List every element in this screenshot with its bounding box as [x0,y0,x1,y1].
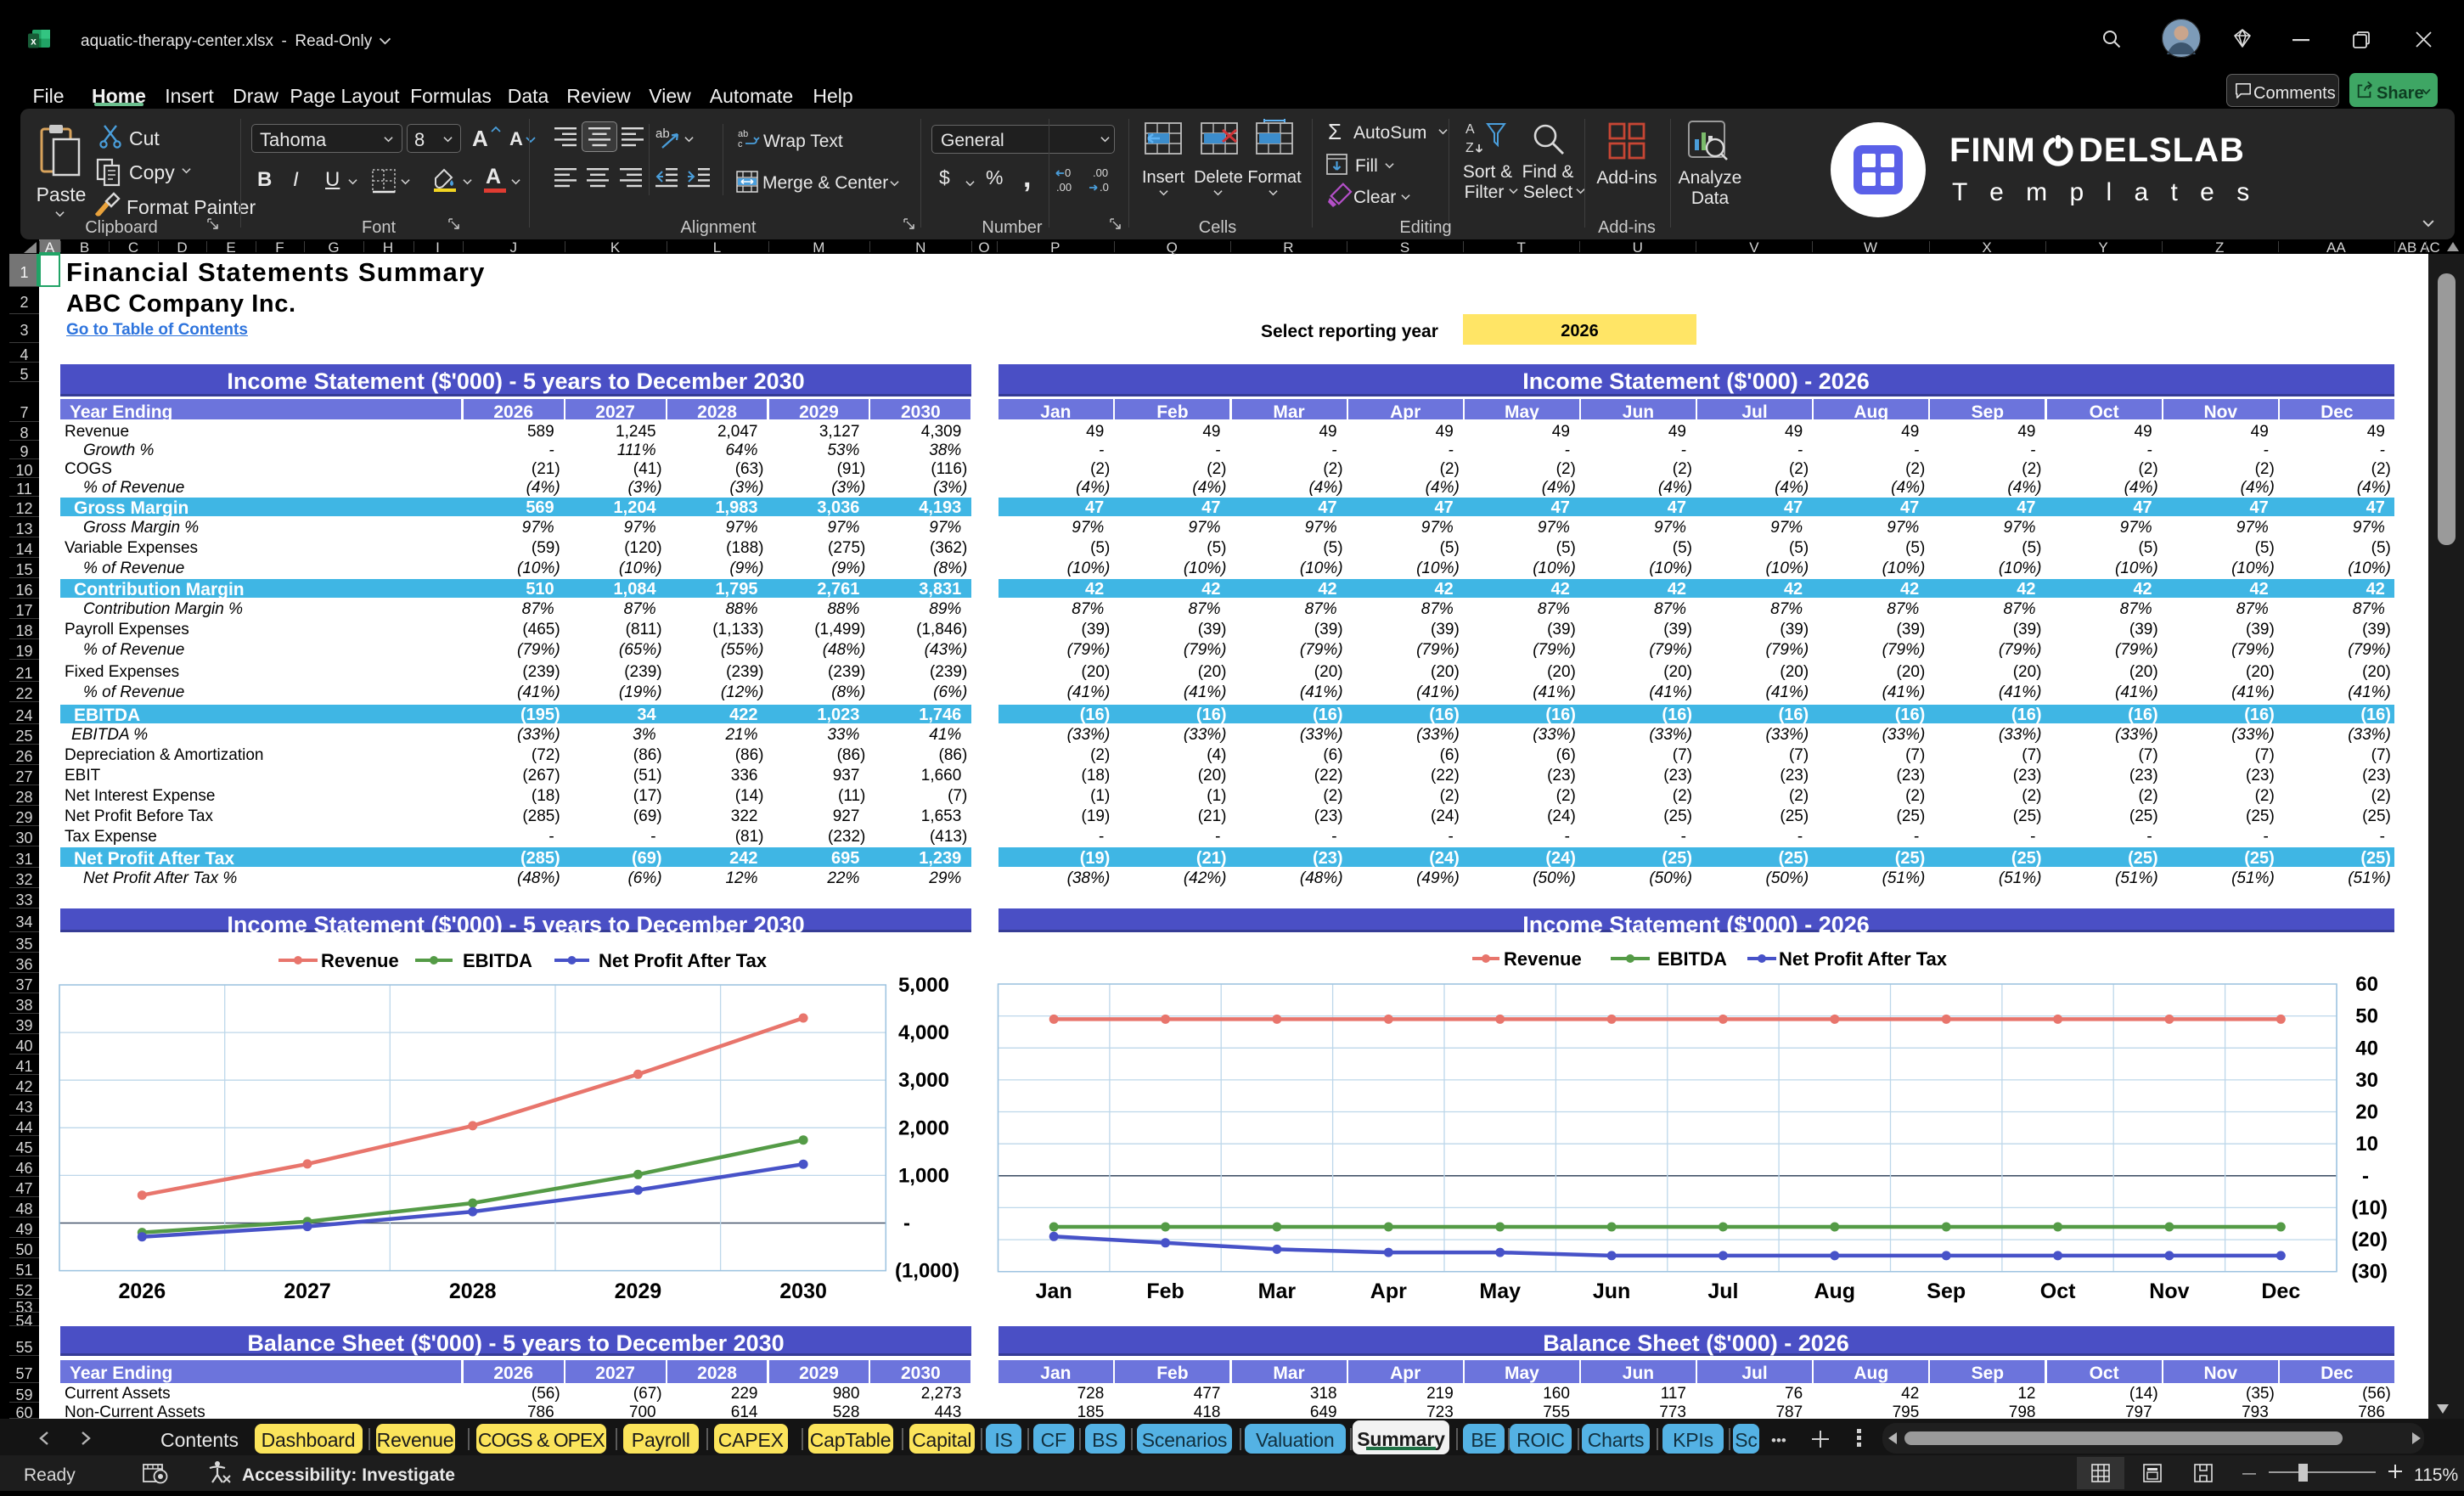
svg-text:40: 40 [2355,1037,2378,1060]
svg-text:10: 10 [2355,1133,2378,1156]
svg-text:20: 20 [2355,1101,2378,1124]
svg-text:30: 30 [2355,1069,2378,1092]
svg-text:May: May [1479,1279,1521,1303]
svg-text:Net Profit After Tax: Net Profit After Tax [1779,948,1948,970]
svg-text:Feb: Feb [1146,1279,1184,1303]
svg-text:Mar: Mar [1258,1279,1297,1303]
svg-text:Aug: Aug [1814,1279,1855,1303]
svg-text:-: - [2362,1165,2369,1188]
svg-text:(30): (30) [2351,1261,2388,1284]
svg-text:Revenue: Revenue [1504,948,1582,970]
svg-text:Nov: Nov [2149,1279,2189,1303]
svg-text:50: 50 [2355,1005,2378,1028]
svg-text:EBITDA: EBITDA [1657,948,1727,970]
svg-text:(20): (20) [2351,1229,2388,1251]
svg-text:Jul: Jul [1707,1279,1738,1303]
svg-text:Sep: Sep [1927,1279,1966,1303]
svg-text:60: 60 [2355,973,2378,996]
svg-text:Jun: Jun [1593,1279,1630,1303]
svg-text:Jan: Jan [1036,1279,1072,1303]
svg-text:(10): (10) [2351,1196,2388,1219]
svg-text:Oct: Oct [2040,1279,2076,1303]
svg-text:Dec: Dec [2261,1279,2300,1303]
svg-text:Apr: Apr [1370,1279,1407,1303]
